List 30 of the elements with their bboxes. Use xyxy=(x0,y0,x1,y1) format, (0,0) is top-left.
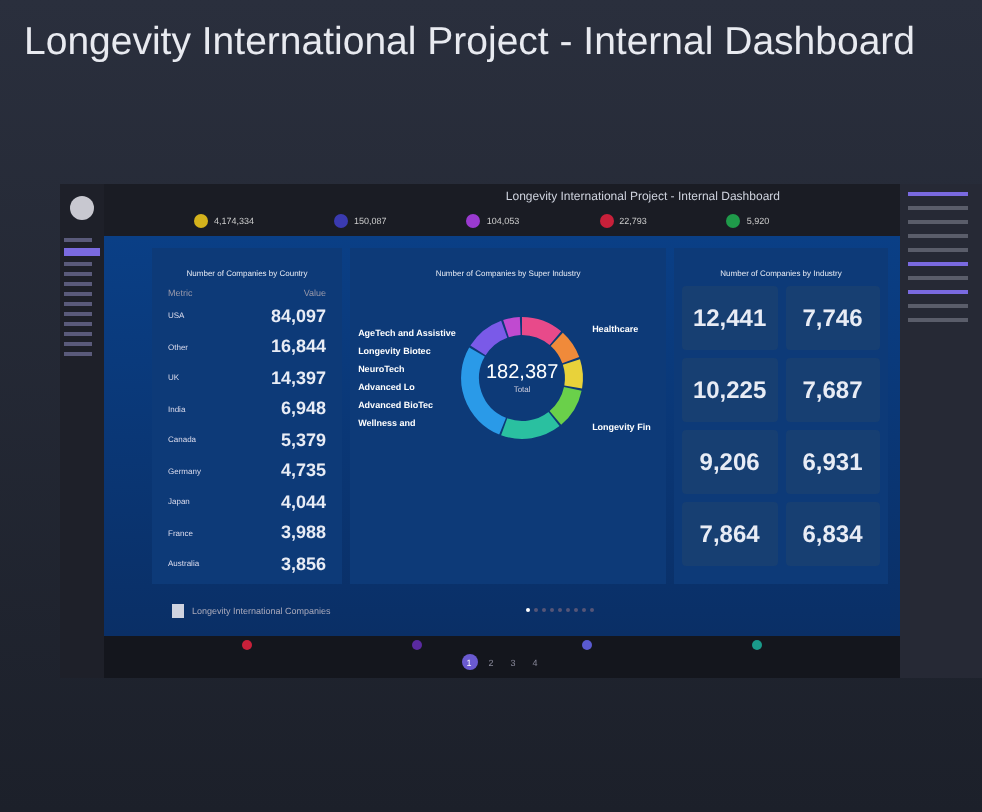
industry-tile: 9,206 xyxy=(682,430,778,495)
country-value: 14,397 xyxy=(271,367,327,388)
industry-tile: 6,834 xyxy=(785,502,880,567)
carousel-dot[interactable] xyxy=(542,608,547,613)
industry-tile: 7,864 xyxy=(682,502,778,567)
industry-tile: 6,931 xyxy=(785,430,880,495)
donut-drawing xyxy=(458,314,587,443)
carousel-dot[interactable] xyxy=(558,608,563,613)
country-value: 4,735 xyxy=(281,460,327,481)
industry-tile: 12,441 xyxy=(682,286,778,351)
country-value: 4,044 xyxy=(281,491,327,512)
document-icon xyxy=(172,603,184,618)
country-value: 84,097 xyxy=(271,305,327,326)
country-value: 6,948 xyxy=(281,398,327,419)
country-value: 3,988 xyxy=(281,522,327,543)
country-value: 3,856 xyxy=(281,553,327,574)
industry-tile: 10,225 xyxy=(682,358,778,423)
industry-tile: 7,687 xyxy=(785,358,880,423)
industry-tile: 7,746 xyxy=(785,286,880,351)
carousel-dot[interactable] xyxy=(550,608,555,613)
carousel-dot[interactable] xyxy=(590,608,595,613)
carousel-dot[interactable] xyxy=(526,608,531,613)
country-value: 5,379 xyxy=(281,429,327,450)
carousel-dot[interactable] xyxy=(566,608,571,613)
carousel-dot[interactable] xyxy=(582,608,587,613)
page-title: Longevity International Project - Internal Dashboard xyxy=(22,18,918,66)
carousel-dot[interactable] xyxy=(574,608,579,613)
country-value: 16,844 xyxy=(271,336,327,357)
total-value: 182,387 xyxy=(485,362,559,385)
carousel-dot[interactable] xyxy=(534,608,539,613)
